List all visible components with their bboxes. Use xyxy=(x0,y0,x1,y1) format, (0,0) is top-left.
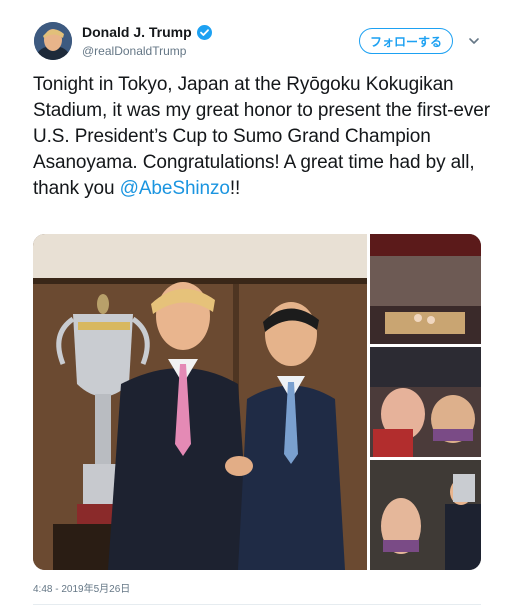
tweet-text: Tonight in Tokyo, Japan at the Ryōgoku K… xyxy=(33,72,493,202)
side-photo-bottom[interactable] xyxy=(370,460,481,570)
timestamp[interactable]: 4:48 - 2019年5月26日 xyxy=(33,580,130,595)
divider xyxy=(33,604,481,605)
tweet-text-suffix: !! xyxy=(229,178,241,199)
tweet-card: Donald J. Trump @realDonaldTrump フォローする … xyxy=(0,0,511,612)
side-photo-middle[interactable] xyxy=(370,347,481,457)
author-name-text[interactable]: Donald J. Trump xyxy=(82,24,192,40)
author-handle[interactable]: @realDonaldTrump xyxy=(82,44,186,58)
avatar[interactable] xyxy=(34,22,72,60)
verified-badge-icon xyxy=(196,24,212,40)
follow-button[interactable]: フォローする xyxy=(359,28,453,54)
main-photo[interactable] xyxy=(33,234,367,570)
tweet-text-body: Tonight in Tokyo, Japan at the Ryōgoku K… xyxy=(33,74,490,199)
side-photo-top[interactable] xyxy=(370,234,481,344)
mention-link[interactable]: @AbeShinzo xyxy=(120,178,230,199)
media-grid xyxy=(33,234,481,570)
chevron-down-icon[interactable] xyxy=(467,34,481,48)
author-name[interactable]: Donald J. Trump xyxy=(82,24,212,40)
